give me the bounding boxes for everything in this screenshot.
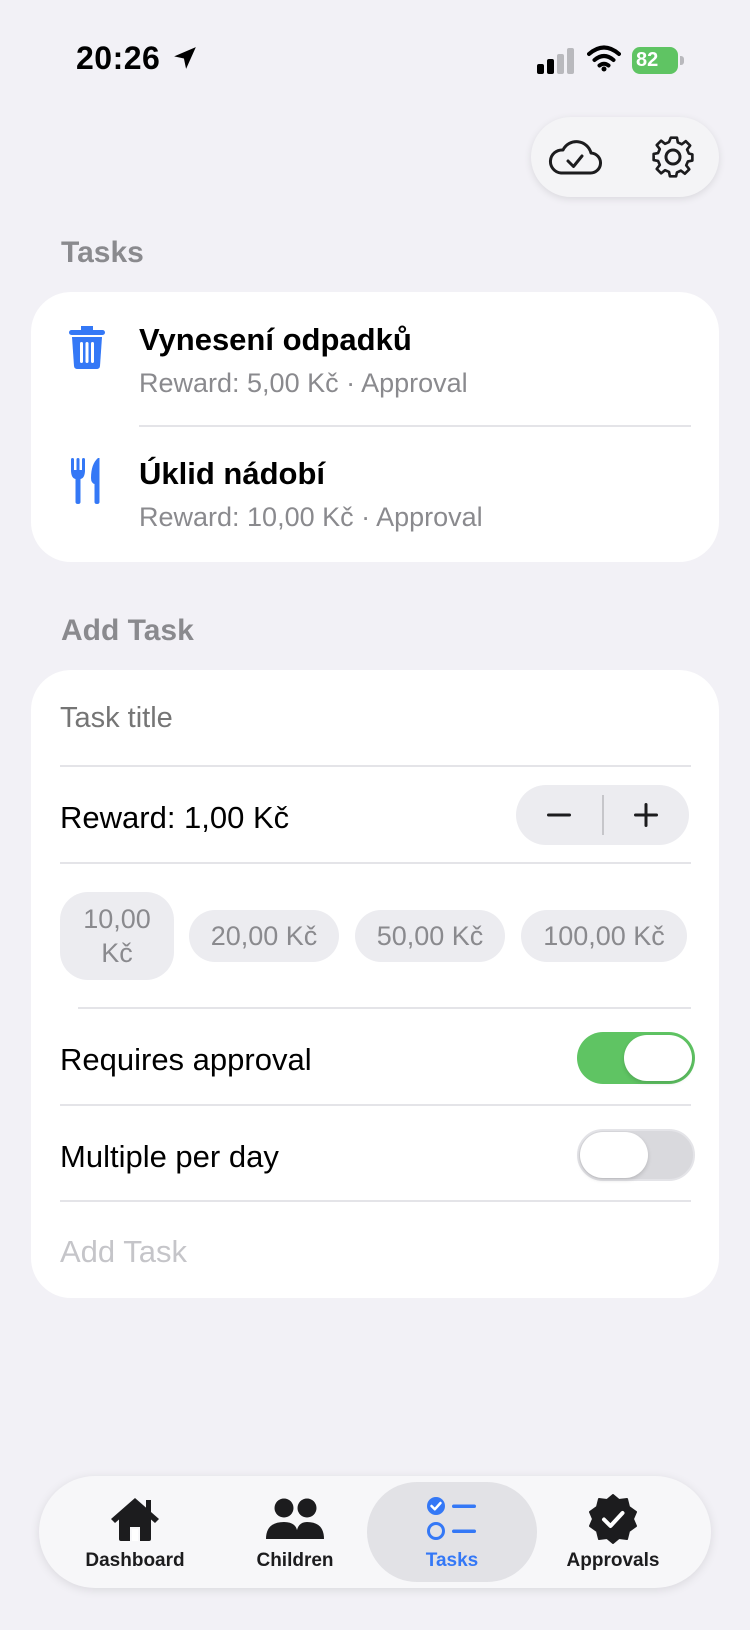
minus-icon (547, 813, 571, 817)
tab-label: Tasks (425, 1550, 479, 1571)
status-time: 20:26 (76, 40, 161, 76)
add-task-section-header: Add Task (61, 614, 194, 647)
location-arrow-icon (174, 47, 196, 69)
add-task-button[interactable]: Add Task (60, 1234, 187, 1270)
cloud-check-icon (548, 140, 602, 175)
add-task-card: Reward: 1,00 Kč 10,00 Kč 20,00 Kč 50,00 … (31, 670, 719, 1298)
gear-icon (652, 136, 694, 178)
reward-label: Reward: 1,00 Kč (60, 800, 290, 835)
quick-amount-chip[interactable]: 50,00 Kč (355, 910, 505, 962)
trash-icon (69, 326, 105, 369)
multiple-per-day-toggle[interactable] (577, 1129, 695, 1181)
task-subtitle: Reward: 5,00 Kč · Approval (139, 368, 468, 398)
toolbar-pill (531, 117, 719, 197)
people-icon (266, 1498, 324, 1539)
requires-approval-toggle[interactable] (577, 1032, 695, 1084)
cloud-sync-button[interactable] (545, 131, 605, 183)
battery-level: 82 (632, 47, 678, 74)
wifi-icon (587, 45, 621, 72)
plus-icon (634, 803, 658, 827)
battery-indicator: 82 (632, 47, 684, 74)
divider (60, 765, 691, 767)
toggle-knob (624, 1035, 692, 1081)
tab-label: Approvals (566, 1550, 660, 1571)
tab-tasks[interactable]: Tasks (367, 1482, 537, 1582)
task-title-input[interactable] (60, 698, 680, 738)
tasks-section-header: Tasks (61, 236, 144, 269)
divider (60, 1200, 691, 1202)
status-bar: 20:26 82 (0, 0, 750, 120)
tab-bar: Dashboard Children Tasks Approvals (39, 1476, 711, 1588)
task-subtitle: Reward: 10,00 Kč · Approval (139, 502, 483, 532)
task-title: Úklid nádobí (139, 456, 325, 491)
toggle-knob (580, 1132, 648, 1178)
checkmark-seal-icon (589, 1494, 637, 1544)
requires-approval-label: Requires approval (60, 1042, 312, 1077)
tab-label: Children (256, 1550, 334, 1571)
tasks-list-card: Vynesení odpadků Reward: 5,00 Kč · Appro… (31, 292, 719, 562)
task-row[interactable]: Vynesení odpadků Reward: 5,00 Kč · Appro… (31, 292, 719, 426)
divider (60, 1104, 691, 1106)
cellular-signal-icon (537, 48, 574, 74)
increment-button[interactable] (603, 785, 689, 845)
quick-amount-chip[interactable]: 100,00 Kč (521, 910, 687, 962)
divider (60, 862, 691, 864)
checklist-icon (427, 1497, 476, 1540)
quick-amount-chip[interactable]: 10,00 Kč (60, 892, 174, 980)
tab-approvals[interactable]: Approvals (528, 1482, 698, 1582)
quick-amount-chip[interactable]: 20,00 Kč (189, 910, 339, 962)
divider (78, 1007, 691, 1009)
settings-button[interactable] (645, 129, 701, 185)
battery-nub (680, 56, 684, 65)
decrement-button[interactable] (516, 785, 602, 845)
tab-dashboard[interactable]: Dashboard (50, 1482, 220, 1582)
task-row[interactable]: Úklid nádobí Reward: 10,00 Kč · Approval (31, 426, 719, 560)
reward-stepper (516, 785, 689, 845)
tab-children[interactable]: Children (210, 1482, 380, 1582)
task-title: Vynesení odpadků (139, 322, 412, 357)
multiple-per-day-label: Multiple per day (60, 1139, 279, 1174)
house-icon (111, 1498, 159, 1541)
tab-label: Dashboard (85, 1550, 185, 1571)
fork-knife-icon (71, 458, 100, 504)
